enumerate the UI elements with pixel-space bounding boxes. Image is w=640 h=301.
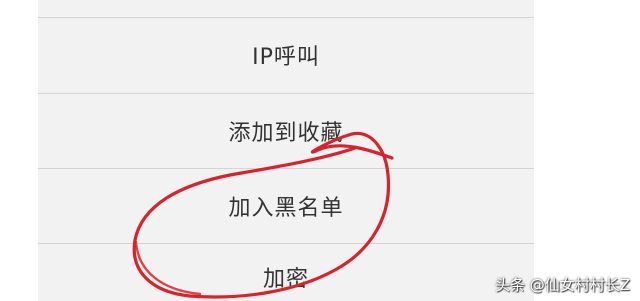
menu-item-add-to-blacklist[interactable]: 加入黑名单 [38,169,534,243]
right-margin [534,0,640,301]
menu-item-encrypt[interactable]: 加密 [38,244,534,301]
menu-item-encrypt-label: 加密 [262,266,309,292]
context-menu: IP呼叫 添加到收藏 加入黑名单 加密 [38,0,534,301]
menu-item-add-to-favorites-label: 添加到收藏 [228,121,344,146]
watermark: 头条 @仙女村村长Z [494,276,630,294]
left-margin [0,0,38,301]
menu-item-ip-call-label: IP呼叫 [252,45,320,70]
menu-item-add-to-favorites[interactable]: 添加到收藏 [38,94,534,168]
menu-item-ip-call[interactable]: IP呼叫 [38,18,534,92]
menu-item-add-to-blacklist-label: 加入黑名单 [228,196,344,221]
